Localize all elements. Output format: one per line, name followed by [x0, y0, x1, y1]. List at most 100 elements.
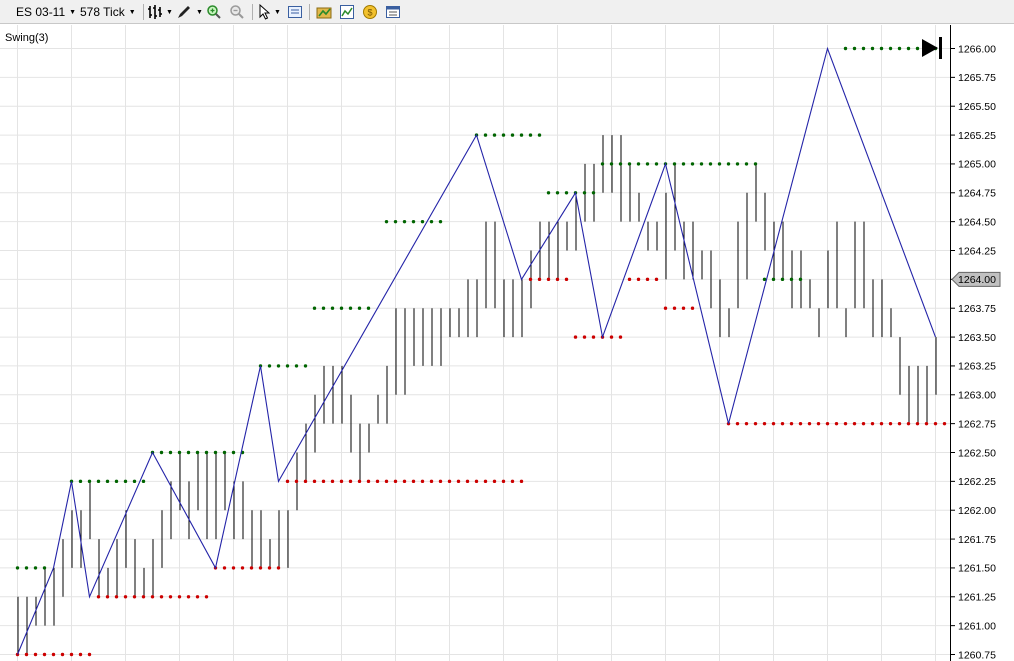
swing-high-dot: [438, 219, 443, 224]
swing-low-dot: [348, 479, 353, 484]
chart-toolbar: ES 03-11 ▼ 578 Tick ▼ ▼ ▼ ▼ $: [0, 0, 1014, 24]
swing-high-dot: [879, 46, 884, 51]
swing-high-dot: [321, 306, 326, 310]
swing-low-dot: [591, 335, 596, 339]
swing-low-dot: [375, 479, 380, 484]
data-box-button[interactable]: [287, 3, 303, 21]
draw-tool-button[interactable]: ▼: [176, 3, 203, 21]
swing-low-dot: [501, 479, 506, 484]
swing-low-dot: [798, 421, 803, 426]
swing-low-dot: [681, 306, 686, 310]
price-tick-label: 1260.75: [958, 649, 996, 661]
indicator-label: Swing(3): [5, 32, 48, 44]
price-tick-label: 1265.25: [958, 130, 996, 142]
swing-low-dot: [834, 421, 839, 426]
swing-high-dot: [330, 306, 335, 310]
swing-low-dot: [96, 595, 101, 599]
price-tick-label: 1264.75: [958, 188, 996, 200]
swing-low-dot: [915, 421, 920, 426]
bar-type-button[interactable]: ▼: [148, 3, 173, 21]
price-tick-label: 1262.00: [958, 505, 996, 517]
toolbar-divider: [309, 4, 310, 20]
price-tick-label: 1263.00: [958, 390, 996, 402]
swing-low-dot: [204, 595, 209, 599]
price-tick-label: 1265.00: [958, 159, 996, 171]
swing-low-dot: [60, 652, 65, 657]
indicators-icon: [340, 5, 354, 19]
swing-high-dot: [303, 364, 308, 368]
zoom-out-button[interactable]: [229, 3, 245, 21]
swing-high-dot: [852, 46, 857, 51]
price-tick-label: 1261.75: [958, 534, 996, 546]
swing-high-dot: [897, 46, 902, 51]
swing-high-dot: [672, 162, 677, 166]
swing-high-dot: [276, 364, 281, 368]
swing-high-dot: [708, 162, 713, 166]
swing-high-dot: [357, 306, 362, 310]
swing-low-dot: [546, 277, 551, 282]
swing-low-dot: [933, 421, 938, 426]
zoom-in-button[interactable]: [206, 3, 222, 21]
swing-low-dot: [861, 421, 866, 426]
interval-selector[interactable]: 578 Tick ▼: [80, 3, 136, 21]
swing-low-dot: [339, 479, 344, 484]
swing-low-dot: [627, 277, 632, 282]
pointer-button[interactable]: ▼: [258, 3, 281, 21]
swing-low-dot: [132, 595, 137, 599]
swing-high-dot: [564, 191, 569, 195]
price-tick-label: 1265.75: [958, 72, 996, 84]
swing-low-dot: [609, 335, 614, 339]
swing-high-dot: [780, 277, 785, 282]
price-tick-label: 1262.50: [958, 447, 996, 459]
price-tick-label: 1263.50: [958, 332, 996, 344]
swing-high-dot: [393, 219, 398, 224]
instruments-button[interactable]: [316, 3, 332, 21]
indicators-button[interactable]: [339, 3, 355, 21]
zoom-out-icon: [230, 5, 244, 19]
swing-low-dot: [231, 566, 236, 570]
properties-button[interactable]: [385, 3, 401, 21]
swing-high-dot: [33, 566, 38, 570]
swing-low-dot: [555, 277, 560, 282]
swing-low-dot: [816, 421, 821, 426]
swing-low-dot: [69, 652, 74, 657]
swing-high-dot: [591, 191, 596, 195]
price-tick-label: 1265.50: [958, 101, 996, 113]
price-chart[interactable]: 1260.75 1261.00 1261.25 1261.50 1261.75 1262.…: [0, 25, 1014, 661]
swing-low-dot: [267, 566, 272, 570]
swing-high-dot: [114, 479, 119, 484]
swing-low-dot: [582, 335, 587, 339]
swing-low-dot: [888, 421, 893, 426]
swing-low-dot: [753, 421, 758, 426]
swing-low-dot: [222, 566, 227, 570]
swing-high-dot: [735, 162, 740, 166]
swing-low-dot: [240, 566, 245, 570]
chart-background: [0, 25, 1014, 661]
strategies-button[interactable]: $: [362, 3, 378, 21]
swing-high-dot: [798, 277, 803, 282]
swing-low-dot: [474, 479, 479, 484]
swing-high-dot: [339, 306, 344, 310]
swing-high-dot: [492, 133, 497, 137]
swing-high-dot: [411, 219, 416, 224]
swing-low-dot: [492, 479, 497, 484]
swing-low-dot: [654, 277, 659, 282]
swing-low-dot: [33, 652, 38, 657]
zoom-in-icon: [207, 5, 221, 19]
swing-low-dot: [411, 479, 416, 484]
swing-low-dot: [312, 479, 317, 484]
swing-low-dot: [303, 479, 308, 484]
swing-low-dot: [42, 652, 47, 657]
swing-low-dot: [564, 277, 569, 282]
swing-low-dot: [879, 421, 884, 426]
swing-low-dot: [924, 421, 929, 426]
swing-low-dot: [735, 421, 740, 426]
bar-type-icon: [148, 5, 162, 19]
instrument-selector[interactable]: ES 03-11 ▼: [16, 3, 76, 21]
toolbar-divider: [252, 4, 253, 20]
swing-high-dot: [690, 162, 695, 166]
swing-low-dot: [771, 421, 776, 426]
swing-low-dot: [672, 306, 677, 310]
swing-high-dot: [744, 162, 749, 166]
swing-low-dot: [393, 479, 398, 484]
